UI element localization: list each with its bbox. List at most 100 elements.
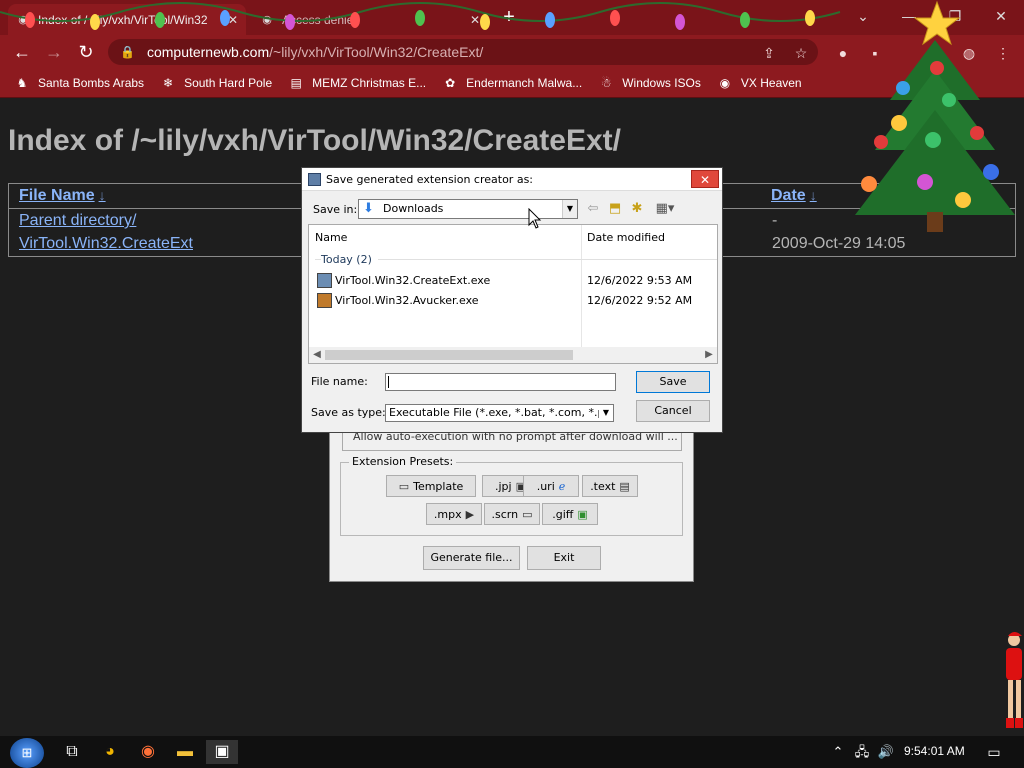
notepad-icon: ▤ <box>619 479 630 493</box>
bookmark-memz[interactable]: ▤ MEMZ Christmas E... <box>288 75 426 91</box>
preset-scrn-button[interactable]: .scrn ▭ <box>484 503 540 525</box>
reload-icon[interactable]: ↻ <box>72 38 100 66</box>
disk-icon: ◉ <box>719 76 731 90</box>
file-explorer-icon[interactable]: ▬ <box>171 740 199 764</box>
notifications-icon[interactable]: ▭ <box>980 740 1008 764</box>
filename-column-header[interactable]: File Name ↓ <box>19 187 106 205</box>
close-tab-icon[interactable]: ✕ <box>470 13 480 27</box>
date-modified-column-header[interactable]: Date modified <box>587 231 665 244</box>
app-icon <box>308 173 321 186</box>
preset-mpx-button[interactable]: .mpx ▶ <box>426 503 482 525</box>
file-name-label: File name: <box>311 375 368 388</box>
chevron-down-icon: ▼ <box>599 405 613 421</box>
group-header[interactable]: Today (2) <box>321 253 378 266</box>
tab-index-of[interactable]: ◉ Index of /~lily/vxh/VirTool/Win32 ✕ <box>8 4 246 35</box>
save-in-dropdown[interactable]: ⬇ Downloads ▼ <box>358 199 578 219</box>
save-as-dialog: Save generated extension creator as: ✕ S… <box>301 167 723 433</box>
scrollbar-thumb[interactable] <box>325 350 573 360</box>
extension-creator-window: Allow auto-execution with no prompt afte… <box>329 420 694 582</box>
back-icon[interactable]: ← <box>8 38 36 66</box>
santa-figure-decoration <box>1006 632 1023 728</box>
new-folder-icon[interactable]: ✱ <box>628 201 646 217</box>
lock-icon: 🔒 <box>120 45 135 59</box>
close-tab-icon[interactable]: ✕ <box>228 13 238 27</box>
task-view-icon[interactable]: ⧉ <box>58 740 86 764</box>
extension-creator-taskbar-icon[interactable]: ▣ <box>206 740 238 764</box>
dialog-title: Save generated extension creator as: <box>326 173 534 186</box>
file-name-input[interactable] <box>385 373 616 391</box>
dialog-close-button[interactable]: ✕ <box>691 170 719 188</box>
save-as-type-value: Executable File (*.exe, *.bat, *.com, *.… <box>389 406 613 419</box>
bookmark-star-icon[interactable]: ☆ <box>792 44 810 62</box>
view-menu-icon[interactable]: ▦▾ <box>652 201 678 217</box>
file-date: 12/6/2022 9:53 AM <box>587 274 693 287</box>
file-name: VirTool.Win32.CreateExt.exe <box>335 274 491 287</box>
date-column-header[interactable]: Date ↓ <box>771 187 817 205</box>
gingerbread-icon: ☃ <box>600 76 612 90</box>
bookmark-santa-bombs[interactable]: ♞ Santa Bombs Arabs <box>14 75 144 91</box>
monitor-icon: ▭ <box>522 507 533 521</box>
share-icon[interactable]: ⇪ <box>760 44 778 62</box>
table-cell-date: - <box>772 212 778 229</box>
exe-icon <box>317 293 332 308</box>
bookmark-windows-isos[interactable]: ☃ Windows ISOs <box>598 75 701 91</box>
text-caret <box>388 376 389 388</box>
disk-icon: ◉ <box>18 13 28 26</box>
dialog-title-bar[interactable]: Save generated extension creator as: ✕ <box>302 168 722 191</box>
file-row-createext[interactable]: VirTool.Win32.CreateExt.exe 12/6/2022 9:… <box>309 271 717 290</box>
table-cell-date: 2009-Oct-29 14:05 <box>772 235 906 252</box>
presets-legend: Extension Presets: <box>349 455 457 468</box>
exe-icon <box>317 273 332 288</box>
parent-directory-link[interactable]: Parent directory/ <box>19 212 136 230</box>
up-folder-icon[interactable]: ⬒ <box>606 201 624 217</box>
name-column-header[interactable]: Name <box>315 231 347 244</box>
sort-arrow-icon: ↓ <box>98 187 106 203</box>
preset-text-button[interactable]: .text ▤ <box>582 475 638 497</box>
preset-template-button[interactable]: ▭ Template <box>386 475 476 497</box>
generate-file-button[interactable]: Generate file... <box>423 546 520 570</box>
paint-icon: ▣ <box>577 507 588 521</box>
media-icon: ▶ <box>465 507 475 521</box>
scroll-left-icon[interactable]: ◀ <box>309 347 325 363</box>
bookmark-vx-heaven[interactable]: ◉ VX Heaven <box>717 75 802 91</box>
save-as-type-dropdown[interactable]: Executable File (*.exe, *.bat, *.com, *.… <box>385 404 614 422</box>
disk-icon: ◉ <box>262 13 272 26</box>
save-button[interactable]: Save <box>636 371 710 393</box>
forward-icon[interactable]: → <box>40 38 68 66</box>
snowflake-icon: ❄ <box>163 76 174 90</box>
file-link-createext[interactable]: VirTool.Win32.CreateExt <box>19 235 193 253</box>
file-row-avucker[interactable]: VirTool.Win32.Avucker.exe 12/6/2022 9:52… <box>309 291 717 310</box>
cancel-button[interactable]: Cancel <box>636 400 710 422</box>
exit-button[interactable]: Exit <box>527 546 601 570</box>
chrome-icon[interactable]: ◕ <box>96 740 124 764</box>
page-title: Index of /~lily/vxh/VirTool/Win32/Create… <box>8 124 621 157</box>
firefox-icon[interactable]: ◉ <box>134 740 162 764</box>
url-host: computernewb.com <box>146 44 270 60</box>
start-button[interactable]: ⊞ <box>10 738 44 768</box>
chevron-down-icon: ▼ <box>562 200 577 218</box>
file-date: 12/6/2022 9:52 AM <box>587 294 693 307</box>
bookmark-endermanch[interactable]: ✿ Endermanch Malwa... <box>442 75 582 91</box>
horizontal-scrollbar[interactable]: ◀ ▶ <box>309 347 717 363</box>
cat-icon: ✿ <box>445 76 456 90</box>
save-in-label: Save in: <box>313 203 358 216</box>
clock[interactable]: 9:54:01 AM <box>904 744 965 758</box>
preset-uri-button[interactable]: .uri ℯ <box>523 475 579 497</box>
christmas-tree-decoration <box>855 0 1015 232</box>
file-list[interactable]: Name Date modified Today (2) VirTool.Win… <box>308 224 718 364</box>
extension-presets-group: Extension Presets: ▭ Template .jpj ▣ .uri ℯ… <box>340 455 683 536</box>
window-icon: ▭ <box>398 479 410 493</box>
taskbar: ⊞ ⧉ ◕ ◉ ▬ ▣ ⌃ 🖧 🔊 9:54:01 AM ▭ <box>0 736 1024 768</box>
new-tab-button[interactable]: + <box>496 4 522 30</box>
volume-icon[interactable]: 🔊 <box>872 740 900 764</box>
bookmark-south-hard-pole[interactable]: ❄ South Hard Pole <box>160 75 272 91</box>
page-icon: ▤ <box>290 76 302 90</box>
url-path: /~lily/vxh/VirTool/Win32/CreateExt/ <box>269 44 484 60</box>
tab-access-denied[interactable]: ◉ Access denied ✕ <box>252 4 488 35</box>
mouse-cursor-icon <box>528 208 542 229</box>
tab-title: Index of /~lily/vxh/VirTool/Win32 <box>38 12 208 27</box>
address-bar[interactable]: 🔒 computernewb.com/~lily/vxh/VirTool/Win… <box>108 39 818 65</box>
preset-giff-button[interactable]: .giff ▣ <box>542 503 598 525</box>
back-arrow-icon[interactable]: ⇦ <box>584 201 602 217</box>
scroll-right-icon[interactable]: ▶ <box>701 347 717 363</box>
